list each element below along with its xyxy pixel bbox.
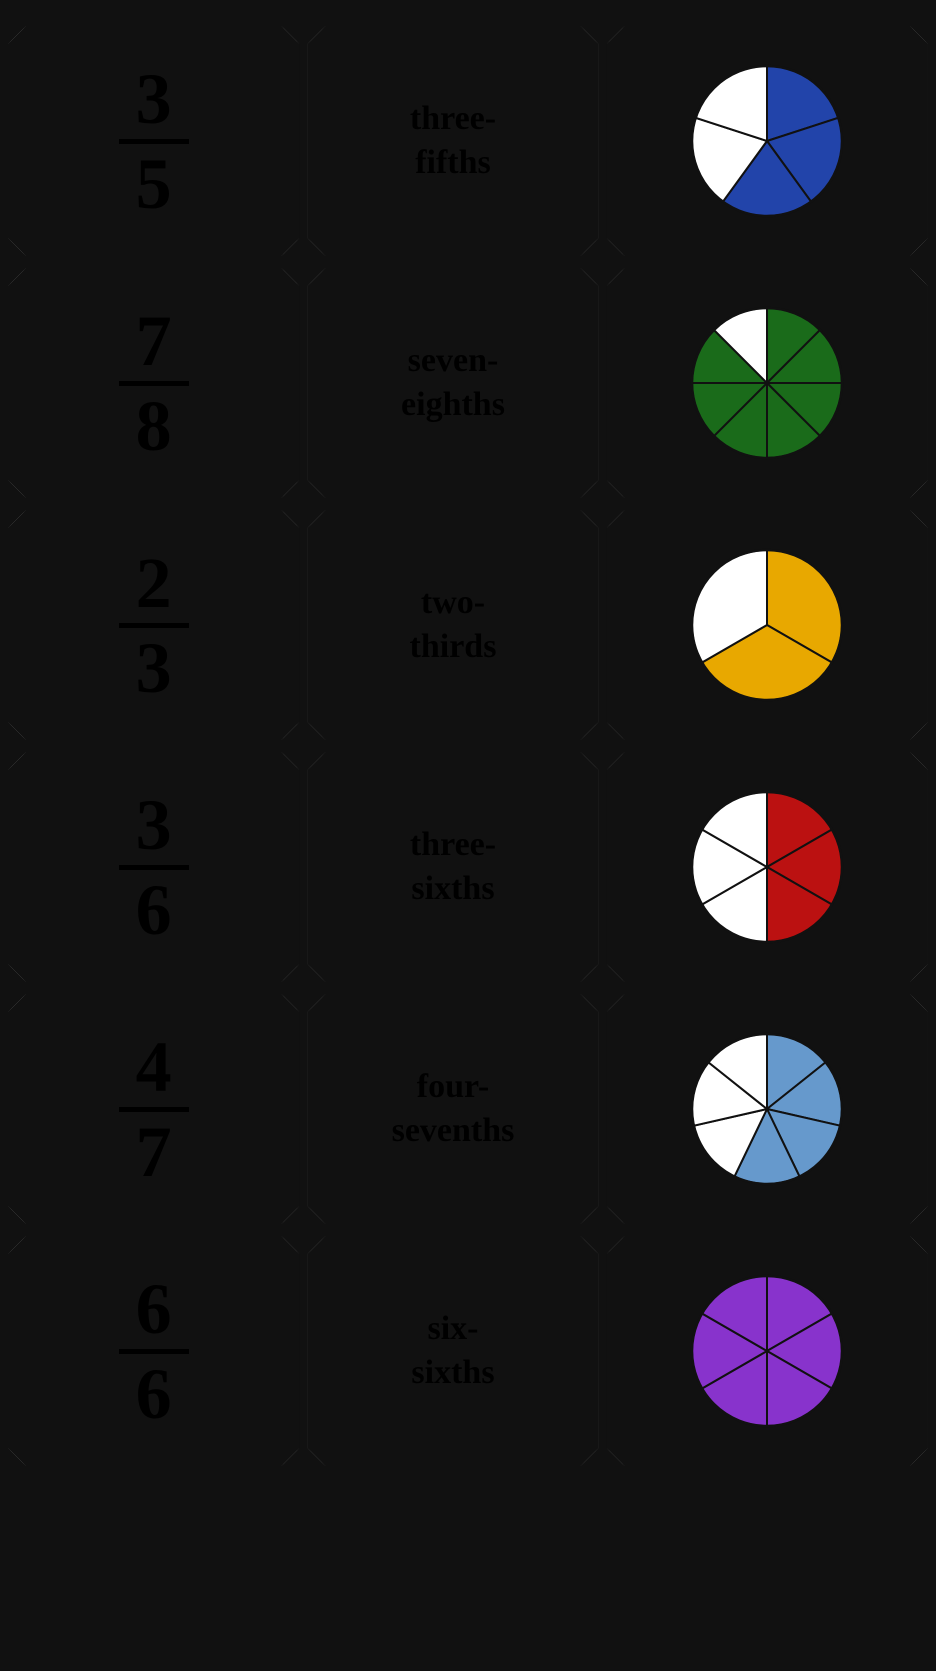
fraction-circle-svg	[682, 540, 852, 710]
fraction-word-card: two-thirds	[307, 510, 598, 740]
denominator: 3	[136, 632, 172, 704]
numerator: 3	[136, 789, 172, 861]
fraction-line	[119, 865, 189, 870]
numerator: 2	[136, 547, 172, 619]
fraction-row: 3 5 three-fifths	[0, 20, 936, 262]
fraction-word-card: three-fifths	[307, 26, 598, 256]
fraction-circle-svg	[682, 1266, 852, 1436]
fraction-circle-svg	[682, 782, 852, 952]
fraction-number-card: 3 5	[8, 26, 299, 256]
fraction-circle-card	[607, 268, 928, 498]
fraction-grid: 3 5 three-fifths 7 8 seven-eighths 2	[0, 20, 936, 1472]
fraction-line	[119, 381, 189, 386]
denominator: 6	[136, 1358, 172, 1430]
header-row	[0, 0, 936, 20]
fraction-number: 3 5	[119, 63, 189, 220]
fraction-circle-card	[607, 26, 928, 256]
fraction-word-card: seven-eighths	[307, 268, 598, 498]
denominator: 6	[136, 874, 172, 946]
fraction-word-card: four-sevenths	[307, 994, 598, 1224]
numerator: 6	[136, 1273, 172, 1345]
fraction-number-card: 3 6	[8, 752, 299, 982]
numerator: 4	[136, 1031, 172, 1103]
fraction-line	[119, 1107, 189, 1112]
numerator: 7	[136, 305, 172, 377]
fraction-number: 4 7	[119, 1031, 189, 1188]
fraction-circle-card	[607, 752, 928, 982]
fraction-number: 3 6	[119, 789, 189, 946]
numerator: 3	[136, 63, 172, 135]
fraction-line	[119, 623, 189, 628]
fraction-number-card: 7 8	[8, 268, 299, 498]
fraction-circle-svg	[682, 298, 852, 468]
denominator: 5	[136, 148, 172, 220]
fraction-number: 6 6	[119, 1273, 189, 1430]
fraction-row: 7 8 seven-eighths	[0, 262, 936, 504]
fraction-number-card: 6 6	[8, 1236, 299, 1466]
fraction-word: six-sixths	[411, 1307, 494, 1395]
fraction-line	[119, 139, 189, 144]
fraction-line	[119, 1349, 189, 1354]
fraction-row: 3 6 three-sixths	[0, 746, 936, 988]
fraction-word: three-fifths	[410, 97, 496, 185]
fraction-word-card: three-sixths	[307, 752, 598, 982]
denominator: 8	[136, 390, 172, 462]
fraction-row: 4 7 four-sevenths	[0, 988, 936, 1230]
fraction-row: 2 3 two-thirds	[0, 504, 936, 746]
fraction-word: two-thirds	[410, 581, 497, 669]
fraction-word-card: six-sixths	[307, 1236, 598, 1466]
fraction-word: three-sixths	[410, 823, 496, 911]
fraction-circle-card	[607, 1236, 928, 1466]
fraction-row: 6 6 six-sixths	[0, 1230, 936, 1472]
fraction-word: seven-eighths	[401, 339, 505, 427]
fraction-circle-card	[607, 994, 928, 1224]
fraction-circle-card	[607, 510, 928, 740]
fraction-number: 2 3	[119, 547, 189, 704]
fraction-word: four-sevenths	[392, 1065, 515, 1153]
denominator: 7	[136, 1116, 172, 1188]
fraction-number-card: 2 3	[8, 510, 299, 740]
fraction-circle-svg	[682, 1024, 852, 1194]
fraction-circle-svg	[682, 56, 852, 226]
fraction-number: 7 8	[119, 305, 189, 462]
fraction-number-card: 4 7	[8, 994, 299, 1224]
